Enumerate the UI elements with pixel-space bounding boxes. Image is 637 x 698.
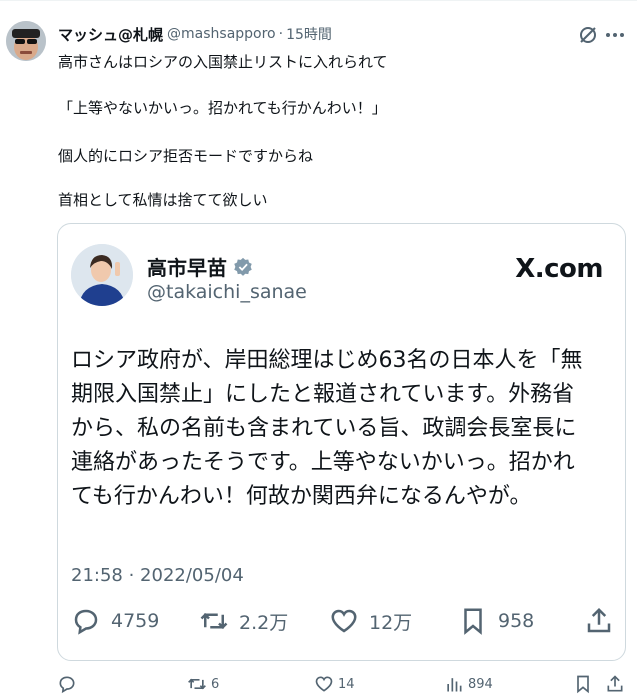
quoted-text-line: 期限入国禁止」にしたと報道されています。外務省 (71, 382, 575, 407)
views-button[interactable]: 894 (444, 674, 493, 694)
verified-badge-icon (234, 257, 252, 276)
repost-icon (188, 678, 206, 690)
bookmark-icon (577, 675, 589, 694)
quoted-author-handle: @takaichi_sanae (147, 281, 307, 303)
quoted-post-date: 21:58 · 2022/05/04 (71, 565, 244, 586)
top-divider (0, 0, 637, 1)
quoted-text-line: 連絡があったそうです。上等やないかいっ。招かれ (71, 450, 575, 475)
heart-icon (331, 609, 357, 633)
like-button[interactable]: 14 (314, 674, 355, 694)
post-text-line: 「上等やないかいっ。招かれても行かんわい！」 (58, 99, 387, 117)
analytics-icon (447, 678, 462, 692)
quoted-text-line: から、私の名前も含まれている旨、政調会長室長に (71, 416, 577, 441)
reply-icon (59, 676, 75, 694)
grok-slash-icon[interactable] (577, 24, 599, 46)
bookmark-button[interactable] (573, 674, 597, 694)
quoted-like-stat: 12万 (329, 606, 412, 636)
repost-button[interactable]: 6 (187, 674, 219, 694)
quoted-post-image[interactable]: 高市早苗 @takaichi_sanae X.com ロシア政府が、岸田総理はじ… (57, 223, 626, 661)
quoted-reply-count: 4759 (111, 610, 160, 632)
author-handle[interactable]: @mashsapporo (167, 26, 276, 42)
quoted-author-name: 高市早苗 (147, 256, 227, 280)
author-name[interactable]: マッシュ@札幌 (58, 24, 163, 45)
share-icon (607, 675, 623, 692)
quoted-post-text: ロシア政府が、岸田総理はじめ63名の日本人を「無 期限入国禁止」にしたと報道され… (71, 344, 611, 514)
bookmark-icon (464, 608, 482, 635)
quoted-text-line: ても行かんわい！何故か関西弁になるんやが。 (71, 484, 532, 509)
quoted-bookmark-stat: 958 (458, 606, 534, 636)
share-button[interactable] (605, 674, 629, 694)
retweet-icon (200, 612, 228, 630)
repost-count: 6 (211, 676, 220, 692)
post-text-line: 首相として私情は捨てて欲しい (58, 191, 268, 209)
post-header: マッシュ@札幌 @mashsapporo · 15時間 (58, 23, 332, 45)
quoted-text-line: ロシア政府が、岸田総理はじめ63名の日本人を「無 (71, 348, 583, 373)
view-count: 894 (468, 676, 493, 692)
post-text-line: 高市さんはロシアの入国禁止リストに入れられて (58, 53, 388, 71)
quoted-like-count: 12万 (369, 611, 413, 634)
quoted-retweet-count: 2.2万 (239, 611, 289, 634)
post-time[interactable]: 15時間 (286, 24, 332, 44)
separator-dot: · (278, 26, 284, 42)
reply-icon (74, 609, 98, 635)
x-com-logo: X.com (515, 254, 603, 284)
post-text-line: 個人的にロシア拒否モードですからね (58, 147, 314, 165)
author-avatar[interactable] (6, 21, 46, 61)
reply-button[interactable] (57, 674, 81, 694)
share-icon (587, 607, 611, 633)
quoted-reply-stat: 4759 (71, 606, 159, 636)
post-action-bar: 6 14 894 (0, 672, 637, 698)
quoted-author-avatar (71, 244, 133, 306)
quoted-stats-row: 4759 2.2万 12万 958 (71, 606, 616, 638)
quoted-share-stat (584, 606, 624, 636)
heart-icon (315, 676, 333, 692)
quoted-bookmark-count: 958 (498, 610, 535, 632)
like-count: 14 (338, 676, 355, 692)
quoted-author-name-row: 高市早苗 (147, 252, 253, 281)
quoted-retweet-stat: 2.2万 (199, 606, 288, 636)
more-options-icon[interactable] (604, 24, 626, 46)
